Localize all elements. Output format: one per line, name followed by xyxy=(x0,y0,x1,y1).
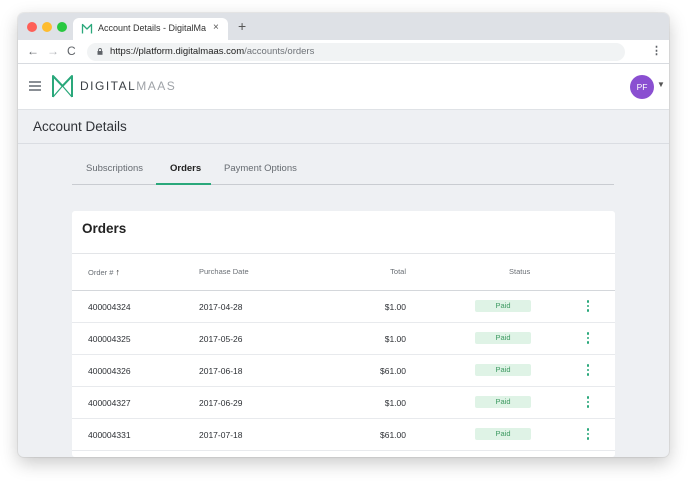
order-total: $61.00 xyxy=(380,430,406,440)
logo-icon xyxy=(52,75,73,98)
order-total: $1.00 xyxy=(384,334,406,344)
app-header: DIGITALMAAS PF ▼ xyxy=(18,64,669,110)
order-total: $1.00 xyxy=(384,398,406,408)
user-avatar[interactable]: PF xyxy=(630,75,654,99)
purchase-date: 2017-06-18 xyxy=(199,366,243,376)
column-header-status[interactable]: Status xyxy=(509,267,530,276)
lock-icon xyxy=(97,48,103,55)
browser-tab[interactable]: Account Details - DigitalMaas × xyxy=(73,18,228,40)
chevron-down-icon[interactable]: ▼ xyxy=(657,80,665,89)
browser-menu-icon[interactable]: ⋮ xyxy=(651,43,662,59)
minimize-window-button[interactable] xyxy=(42,22,52,32)
column-header-order-label: Order # xyxy=(88,268,114,277)
browser-window: Account Details - DigitalMaas × + ← → C … xyxy=(18,13,669,457)
table-row: 400004324 2017-04-28 $1.00 Paid xyxy=(72,291,615,323)
close-window-button[interactable] xyxy=(27,22,37,32)
row-actions-icon[interactable] xyxy=(585,364,591,378)
tab-payment-options[interactable]: Payment Options xyxy=(224,163,297,174)
tab-orders[interactable]: Orders xyxy=(170,163,201,174)
purchase-date: 2017-05-26 xyxy=(199,334,243,344)
table-row: 400004325 2017-05-26 $1.00 Paid xyxy=(72,323,615,355)
order-number[interactable]: 400004324 xyxy=(88,302,131,312)
new-tab-button[interactable]: + xyxy=(238,18,246,34)
table-row: 400004327 2017-06-29 $1.00 Paid xyxy=(72,387,615,419)
url-host: https://platform.digitalmaas.com xyxy=(110,46,245,57)
order-number[interactable]: 400004325 xyxy=(88,334,131,344)
status-badge: Paid xyxy=(475,396,531,408)
row-actions-icon[interactable] xyxy=(585,428,591,442)
order-total: $61.00 xyxy=(380,366,406,376)
order-number[interactable]: 400004327 xyxy=(88,398,131,408)
page-title: Account Details xyxy=(33,119,127,134)
status-badge: Paid xyxy=(475,332,531,344)
table-row: 400004326 2017-06-18 $61.00 Paid xyxy=(72,355,615,387)
status-badge: Paid xyxy=(475,300,531,312)
order-number[interactable]: 400004331 xyxy=(88,430,131,440)
logo-text: DIGITALMAAS xyxy=(80,79,176,93)
active-tab-indicator xyxy=(156,183,211,185)
page-header: Account Details xyxy=(18,110,669,144)
logo-text-light: MAAS xyxy=(136,79,177,93)
browser-toolbar: ← → C https://platform.digitalmaas.com/a… xyxy=(18,40,669,64)
purchase-date: 2017-07-18 xyxy=(199,430,243,440)
tab-close-icon[interactable]: × xyxy=(213,22,219,33)
status-badge: Paid xyxy=(475,428,531,440)
account-tabs: Subscriptions Orders Payment Options xyxy=(72,154,614,185)
tab-strip: Account Details - DigitalMaas × + xyxy=(18,13,669,40)
orders-title: Orders xyxy=(82,221,127,236)
column-header-total[interactable]: Total xyxy=(390,267,406,276)
sort-arrow-up-icon: ↑ xyxy=(115,267,121,277)
row-actions-icon[interactable] xyxy=(585,332,591,346)
purchase-date: 2017-06-29 xyxy=(199,398,243,408)
favicon-icon xyxy=(81,23,93,34)
order-number[interactable]: 400004326 xyxy=(88,366,131,376)
table-row: 400004331 2017-07-18 $61.00 Paid xyxy=(72,419,615,451)
maximize-window-button[interactable] xyxy=(57,22,67,32)
hamburger-menu-icon[interactable] xyxy=(29,81,41,91)
purchase-date: 2017-04-28 xyxy=(199,302,243,312)
column-header-purchase-date[interactable]: Purchase Date xyxy=(199,267,249,276)
address-bar[interactable]: https://platform.digitalmaas.com/account… xyxy=(87,43,625,61)
orders-card: Orders Order # ↑ Purchase Date Total Sta… xyxy=(72,211,615,457)
logo-text-bold: DIGITAL xyxy=(80,79,137,93)
row-actions-icon[interactable] xyxy=(585,396,591,410)
back-arrow-icon[interactable]: ← xyxy=(27,44,39,58)
row-actions-icon[interactable] xyxy=(585,300,591,314)
order-total: $1.00 xyxy=(384,302,406,312)
divider xyxy=(72,253,615,254)
url-text: https://platform.digitalmaas.com/account… xyxy=(110,46,314,57)
status-badge: Paid xyxy=(475,364,531,376)
tab-subscriptions[interactable]: Subscriptions xyxy=(86,163,143,174)
url-path: /accounts/orders xyxy=(244,46,315,57)
forward-arrow-icon[interactable]: → xyxy=(47,44,59,58)
column-header-order[interactable]: Order # ↑ xyxy=(88,267,120,277)
tab-title: Account Details - DigitalMaas xyxy=(98,23,206,33)
reload-icon[interactable]: C xyxy=(67,44,76,58)
